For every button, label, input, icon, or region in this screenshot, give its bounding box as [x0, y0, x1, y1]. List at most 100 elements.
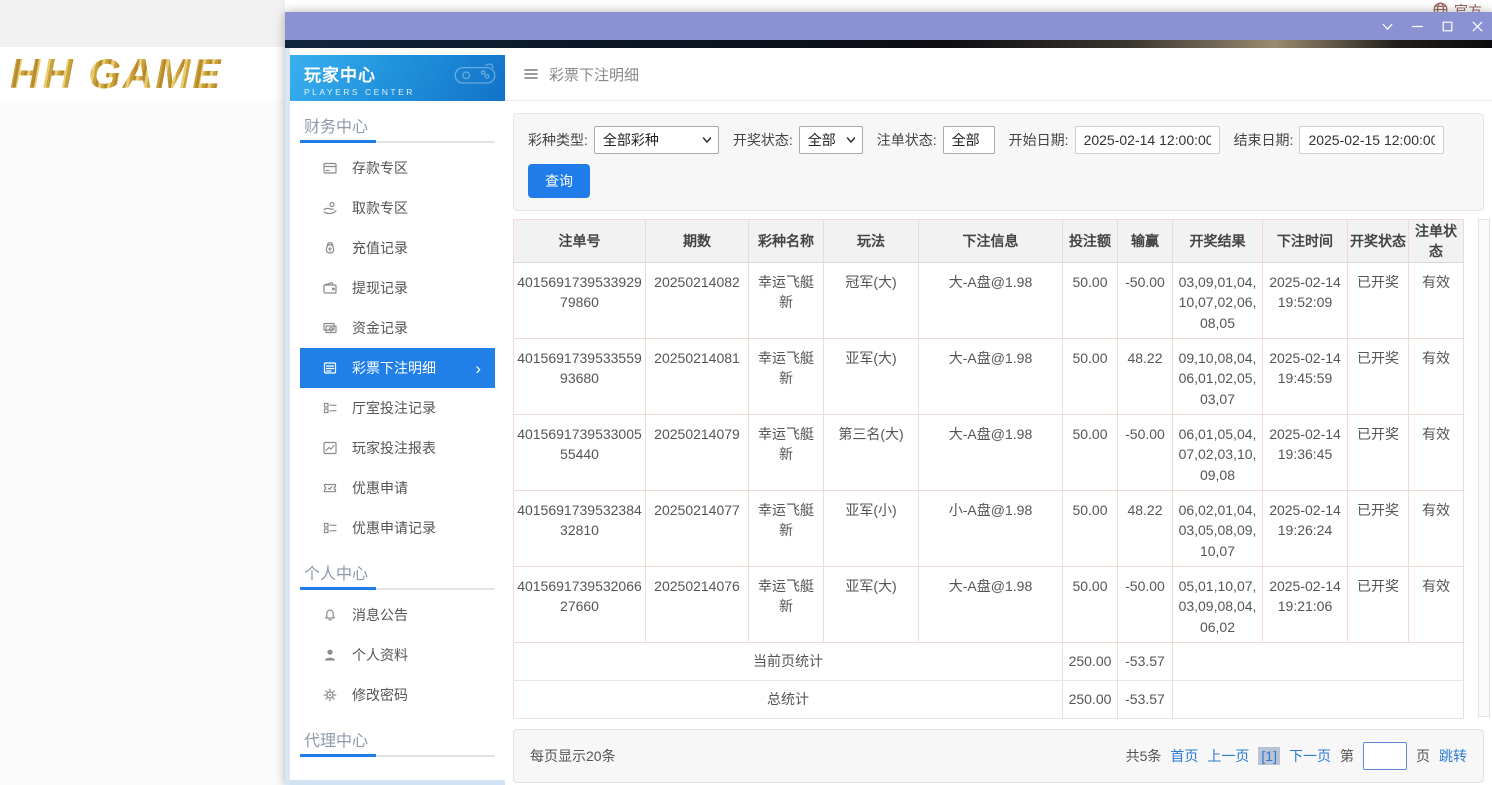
search-button[interactable]: 查询	[528, 164, 590, 198]
column-header: 投注额	[1063, 220, 1118, 263]
sidebar-item-promo-apply[interactable]: 优惠申请	[300, 468, 495, 508]
table-cell: 有效	[1409, 339, 1464, 415]
sidebar-item-withdraw-zone[interactable]: 取款专区	[300, 188, 495, 228]
table-cell: 小-A盘@1.98	[919, 491, 1063, 567]
sidebar-item-recharge-records[interactable]: 充值记录	[300, 228, 495, 268]
table-cell: 有效	[1409, 567, 1464, 643]
chart-icon	[322, 440, 338, 456]
sidebar-bottom-strip	[290, 780, 505, 785]
sidebar-item-deposit-zone[interactable]: 存款专区	[300, 148, 495, 188]
sidebar-item-promo-apply-records[interactable]: 优惠申请记录	[300, 508, 495, 548]
minimize-button[interactable]	[1402, 12, 1432, 40]
list-alt-icon	[322, 520, 338, 536]
current-page-indicator[interactable]: [1]	[1258, 747, 1280, 765]
brand-logo: HH GAME	[10, 50, 222, 98]
table-row: 40156917395330055544020250214079幸运飞艇新第三名…	[514, 415, 1464, 491]
section-title: 财务中心	[304, 113, 491, 137]
table-cell: 05,01,10,07,03,09,08,04,06,02	[1173, 567, 1263, 643]
logo-band: HH GAME	[0, 47, 285, 100]
table-cell: 已开奖	[1348, 339, 1409, 415]
bets-table: 注单号期数彩种名称玩法下注信息投注额输赢开奖结果下注时间开奖状态注单状态 401…	[513, 219, 1464, 719]
table-cell: 09,10,08,04,06,01,02,05,03,07	[1173, 339, 1263, 415]
sidebar-item-label: 优惠申请	[352, 478, 408, 498]
table-cell: 2025-02-14 19:45:59	[1263, 339, 1348, 415]
chevron-down-icon	[846, 135, 856, 145]
card-icon	[322, 160, 338, 176]
start-date-input[interactable]	[1075, 126, 1220, 154]
table-row: 40156917395320662766020250214076幸运飞艇新亚军(…	[514, 567, 1464, 643]
table-cell: 401569173953238432810	[514, 491, 646, 567]
table-cell: 已开奖	[1348, 567, 1409, 643]
table-cell: 2025-02-14 19:52:09	[1263, 263, 1348, 339]
order-status-value: 全部	[952, 130, 980, 150]
column-header: 彩种名称	[749, 220, 824, 263]
column-header: 下注时间	[1263, 220, 1348, 263]
table-cell: 50.00	[1063, 567, 1118, 643]
window-titlebar[interactable]	[285, 12, 1492, 40]
table-cell: 亚军(大)	[824, 567, 919, 643]
draw-status-label: 开奖状态:	[733, 130, 793, 150]
banner-strip	[285, 40, 1492, 48]
sidebar-item-change-password[interactable]: 修改密码	[300, 675, 495, 715]
list-alt-icon	[322, 400, 338, 416]
app-body: 玩家中心 PLAYERS CENTER 财务中心存款专区取款专区充值记录提现记录…	[285, 48, 1492, 785]
sidebar-item-funds-records[interactable]: 资金记录	[300, 308, 495, 348]
summary-win-total: -53.57	[1118, 681, 1173, 719]
table-cell: 已开奖	[1348, 415, 1409, 491]
jump-button[interactable]: 跳转	[1439, 746, 1467, 766]
first-page-link[interactable]: 首页	[1170, 746, 1198, 766]
sidebar-item-hall-bet-records[interactable]: 厅室投注记录	[300, 388, 495, 428]
lottery-type-select[interactable]: 全部彩种	[594, 126, 719, 154]
hamburger-icon[interactable]	[523, 66, 539, 82]
table-cell: -50.00	[1118, 567, 1173, 643]
user-icon	[322, 647, 338, 663]
sidebar-item-label: 玩家投注报表	[352, 438, 436, 458]
table-cell: 06,01,05,04,07,02,03,10,09,08	[1173, 415, 1263, 491]
ticket-icon	[322, 480, 338, 496]
draw-status-select[interactable]: 全部	[799, 126, 863, 154]
table-cell: 幸运飞艇新	[749, 263, 824, 339]
jump-page-input[interactable]	[1363, 742, 1407, 770]
sidebar-item-player-bet-report[interactable]: 玩家投注报表	[300, 428, 495, 468]
table-cell: -50.00	[1118, 263, 1173, 339]
close-button[interactable]	[1462, 12, 1492, 40]
maximize-button[interactable]	[1432, 12, 1462, 40]
banknotes-icon	[322, 320, 338, 336]
sidebar-item-lottery-bet-details[interactable]: 彩票下注明细›	[300, 348, 495, 388]
table-cell: 第三名(大)	[824, 415, 919, 491]
pagination-bar: 每页显示20条 共5条 首页 上一页 [1] 下一页 第 页 跳转	[513, 729, 1484, 783]
table-cell: 大-A盘@1.98	[919, 263, 1063, 339]
prev-page-link[interactable]: 上一页	[1207, 746, 1249, 766]
table-cell: 已开奖	[1348, 263, 1409, 339]
table-cell: 有效	[1409, 263, 1464, 339]
table-cell: 2025-02-14 19:21:06	[1263, 567, 1348, 643]
official-site-link[interactable]: 官方	[1454, 1, 1482, 12]
order-status-label: 注单状态:	[877, 130, 937, 150]
table-header-row: 注单号期数彩种名称玩法下注信息投注额输赢开奖结果下注时间开奖状态注单状态	[514, 220, 1464, 263]
table-cell: 50.00	[1063, 263, 1118, 339]
chevron-right-icon: ›	[475, 360, 495, 377]
vertical-scrollbar[interactable]	[1478, 219, 1490, 717]
table-cell: 401569173953355993680	[514, 339, 646, 415]
section-underline	[300, 755, 495, 757]
sidebar-item-label: 充值记录	[352, 238, 408, 258]
jump-prefix-label: 第	[1340, 746, 1354, 766]
draw-status-value: 全部	[808, 130, 836, 150]
chevron-down-button[interactable]	[1372, 12, 1402, 40]
desktop-top-strip[interactable]: 官方	[285, 0, 1492, 12]
sidebar-item-messages[interactable]: 消息公告	[300, 595, 495, 635]
sidebar-item-label: 个人资料	[352, 645, 408, 665]
summary-bet-total: 250.00	[1063, 643, 1118, 681]
sidebar-item-withdraw-records[interactable]: 提现记录	[300, 268, 495, 308]
end-date-input[interactable]	[1299, 126, 1444, 154]
sidebar-item-profile[interactable]: 个人资料	[300, 635, 495, 675]
x-icon	[1471, 20, 1484, 33]
order-status-select[interactable]: 全部	[943, 126, 995, 154]
table-row: 40156917395335599368020250214081幸运飞艇新亚军(…	[514, 339, 1464, 415]
table-cell: 50.00	[1063, 339, 1118, 415]
table-cell: 401569173953392979860	[514, 263, 646, 339]
table-cell: 亚军(大)	[824, 339, 919, 415]
globe-icon	[1432, 1, 1449, 12]
next-page-link[interactable]: 下一页	[1289, 746, 1331, 766]
table-cell: 50.00	[1063, 491, 1118, 567]
